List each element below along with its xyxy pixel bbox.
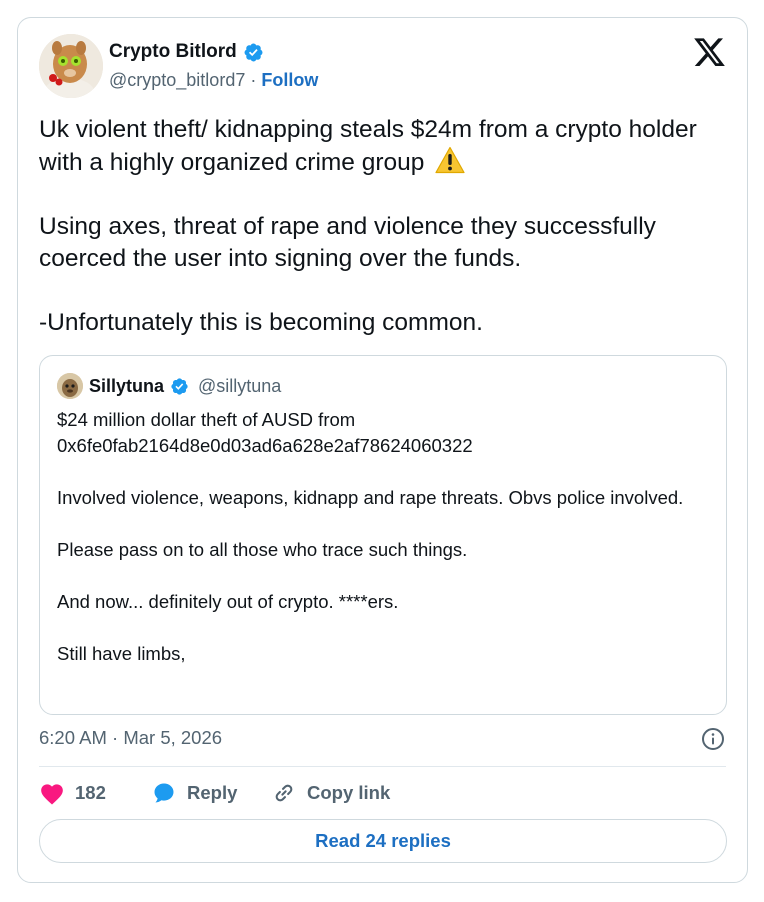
quoted-author-avatar	[57, 373, 83, 399]
tweet-paragraph-1: Uk violent theft/ kidnapping steals $24m…	[39, 116, 697, 176]
quoted-line-1: $24 million dollar theft of AUSD from	[57, 409, 356, 430]
quoted-tweet-text: $24 million dollar theft of AUSD from 0x…	[57, 407, 707, 667]
tweet-paragraph-3: -Unfortunately this is becoming common.	[39, 309, 483, 336]
like-button[interactable]: 182	[39, 781, 151, 805]
heart-icon	[41, 784, 63, 805]
quoted-author-name: Sillytuna	[89, 375, 165, 396]
quoted-line-4: Please pass on to all those who trace su…	[57, 539, 468, 560]
verified-badge-icon	[244, 43, 263, 61]
copy-link-label: Copy link	[307, 782, 391, 803]
reply-bubble-icon	[154, 783, 174, 803]
quoted-line-3: Involved violence, weapons, kidnapp and …	[57, 487, 684, 508]
quoted-verified-badge-icon	[171, 377, 188, 395]
author-name[interactable]: Crypto Bitlord	[109, 41, 237, 63]
quoted-tweet-header: Sillytuna @sillytuna	[57, 373, 281, 399]
read-replies-button[interactable]: Read 24 replies	[39, 819, 727, 863]
quoted-line-6: Still have limbs,	[57, 643, 186, 664]
warning-sign-emoji-icon	[435, 146, 465, 174]
tweet-paragraph-2: Using axes, threat of rape and violence …	[39, 213, 656, 272]
tweet-timestamp[interactable]: 6:20 AM · Mar 5, 2026	[39, 727, 222, 749]
copy-link-button[interactable]: Copy link	[271, 780, 390, 806]
author-handle-row: @crypto_bitlord7 · Follow	[109, 70, 318, 91]
action-bar: 182 Reply Copy link	[39, 780, 390, 806]
reply-label: Reply	[187, 782, 238, 803]
follow-button[interactable]: Follow	[261, 70, 318, 91]
tweet-text: Uk violent theft/ kidnapping steals $24m…	[39, 114, 729, 339]
tweet-card: Crypto Bitlord @crypto_bitlord7 · Follow…	[17, 17, 748, 883]
like-count: 182	[75, 782, 106, 803]
reply-button[interactable]: Reply	[151, 781, 271, 805]
quoted-line-2: 0x6fe0fab2164d8e0d03ad6a628e2af786240603…	[57, 435, 473, 456]
separator-dot: ·	[250, 70, 257, 90]
quoted-tweet[interactable]: Sillytuna @sillytuna $24 million dollar …	[39, 355, 727, 715]
x-logo-icon[interactable]	[694, 38, 726, 68]
quoted-author-handle: @sillytuna	[198, 375, 282, 396]
author-avatar[interactable]	[39, 34, 103, 98]
author-name-row: Crypto Bitlord	[109, 41, 264, 63]
link-icon	[275, 784, 293, 802]
author-handle[interactable]: @crypto_bitlord7	[109, 70, 245, 91]
quoted-line-5: And now... definitely out of crypto. ***…	[57, 591, 399, 612]
info-icon[interactable]	[701, 727, 725, 751]
divider	[39, 766, 726, 767]
